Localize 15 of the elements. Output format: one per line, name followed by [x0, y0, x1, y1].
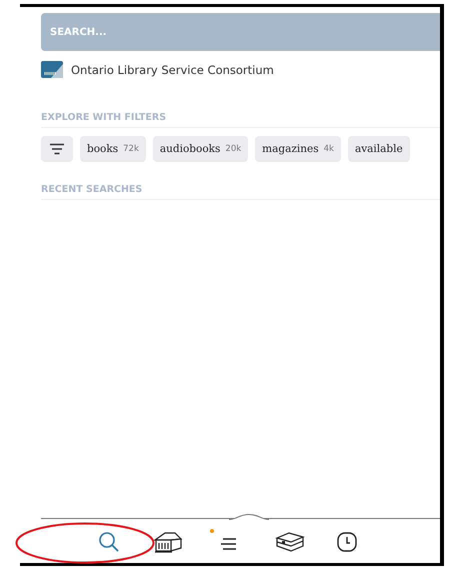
library-logo-icon	[41, 61, 63, 78]
filter-chip[interactable]: magazines 4k	[255, 136, 341, 162]
clock-icon[interactable]	[336, 531, 358, 553]
filter-icon	[49, 143, 65, 155]
library-name[interactable]: Ontario Library Service Consortium	[71, 62, 274, 76]
books-stack-icon[interactable]	[274, 530, 306, 554]
section-heading: RECENT SEARCHES	[41, 184, 440, 200]
filter-chip[interactable]: audiobooks 20k	[152, 136, 248, 162]
search-field[interactable]: SEARCH...	[41, 13, 440, 51]
filter-chip[interactable]: available	[348, 136, 410, 162]
section-heading: EXPLORE WITH FILTERS	[41, 112, 440, 128]
filter-button[interactable]	[41, 136, 73, 162]
search-icon[interactable]	[98, 531, 120, 553]
filter-chip[interactable]: books 72k	[80, 136, 146, 162]
library-building-icon[interactable]	[153, 530, 183, 554]
